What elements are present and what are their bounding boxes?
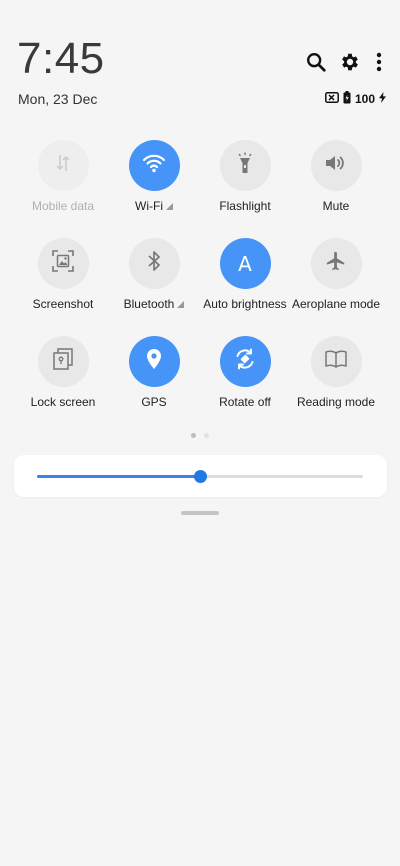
tile-row: Screenshot Bluetooth A Auto brightness A…: [0, 238, 400, 328]
tile-flashlight[interactable]: Flashlight: [197, 140, 293, 230]
brightness-slider-thumb[interactable]: [194, 470, 207, 483]
tile-label: Mute: [322, 199, 350, 213]
tile-label: Wi-Fi: [135, 199, 173, 213]
tile-lock-screen-circle[interactable]: [37, 336, 89, 387]
more-options-icon[interactable]: [372, 50, 386, 74]
aeroplane-icon: [325, 250, 347, 277]
status-indicators: 100: [325, 91, 386, 107]
tile-lock-screen[interactable]: Lock screen: [15, 336, 111, 426]
header-actions: [304, 50, 386, 74]
tile-label: Aeroplane mode: [291, 297, 381, 311]
tile-reading-mode-circle[interactable]: [310, 336, 362, 387]
tile-mute[interactable]: Mute: [288, 140, 384, 230]
tile-label: Screenshot: [32, 297, 94, 311]
brightness-slider-track[interactable]: [37, 470, 363, 483]
flashlight-icon: [236, 152, 254, 179]
tile-mute-circle[interactable]: [310, 140, 362, 191]
drag-handle[interactable]: [181, 511, 219, 515]
expand-arrow-icon: [177, 300, 185, 308]
tile-aeroplane-mode-circle[interactable]: [310, 238, 362, 289]
lock-screen-icon: [53, 348, 73, 375]
brightness-panel: [14, 455, 387, 497]
tile-wifi[interactable]: Wi-Fi: [106, 140, 202, 230]
tile-gps[interactable]: GPS: [106, 336, 202, 426]
clock: 7:45: [17, 34, 105, 83]
tile-rotate-off-circle[interactable]: [219, 336, 271, 387]
tile-flashlight-circle[interactable]: [219, 140, 271, 191]
date: Mon, 23 Dec: [18, 91, 98, 107]
screenshot-icon: [52, 250, 74, 277]
mobile-data-icon: [55, 153, 71, 178]
tile-label: Bluetooth: [124, 297, 185, 311]
tile-label: Auto brightness: [203, 297, 287, 311]
bluetooth-icon: [147, 250, 161, 277]
sim-card-icon: [325, 92, 339, 106]
page-indicator: [0, 433, 400, 438]
volume-icon: [324, 153, 348, 178]
tile-label: Rotate off: [219, 395, 271, 409]
brightness-slider-fill: [37, 475, 200, 478]
tile-wifi-circle[interactable]: [128, 140, 180, 191]
wifi-icon: [142, 153, 166, 178]
tile-row: Mobile data Wi-Fi Flashlight Mute: [0, 140, 400, 230]
book-icon: [324, 349, 348, 374]
tile-screenshot-circle[interactable]: [37, 238, 89, 289]
tile-gps-circle[interactable]: [128, 336, 180, 387]
tile-reading-mode[interactable]: Reading mode: [288, 336, 384, 426]
gear-icon[interactable]: [338, 50, 362, 74]
page-dot-1[interactable]: [191, 433, 196, 438]
status-header: 7:45 Mon, 23 Dec 100: [0, 0, 400, 120]
charging-bolt-icon: [379, 92, 386, 106]
rotate-icon: [233, 347, 257, 376]
tile-label: Flashlight: [219, 199, 271, 213]
tile-mobile-data-circle[interactable]: [37, 140, 89, 191]
tile-bluetooth[interactable]: Bluetooth: [106, 238, 202, 328]
tile-label: Lock screen: [30, 395, 96, 409]
battery-icon: [343, 91, 351, 107]
tile-bluetooth-circle[interactable]: [128, 238, 180, 289]
tile-screenshot[interactable]: Screenshot: [15, 238, 111, 328]
auto-brightness-icon: A: [238, 251, 252, 276]
page-dot-2[interactable]: [204, 433, 209, 438]
expand-arrow-icon: [165, 202, 173, 210]
battery-level: 100: [354, 92, 375, 106]
location-pin-icon: [145, 348, 163, 375]
tile-label: Reading mode: [296, 395, 376, 409]
tile-row: Lock screen GPS Rotate off Reading mode: [0, 336, 400, 426]
tile-rotate-off[interactable]: Rotate off: [197, 336, 293, 426]
search-icon[interactable]: [304, 50, 328, 74]
tile-mobile-data[interactable]: Mobile data: [15, 140, 111, 230]
tile-auto-brightness[interactable]: A Auto brightness: [197, 238, 293, 328]
tile-auto-brightness-circle[interactable]: A: [219, 238, 271, 289]
tile-aeroplane-mode[interactable]: Aeroplane mode: [288, 238, 384, 328]
tile-label: Mobile data: [31, 199, 95, 213]
tile-label: GPS: [141, 395, 167, 409]
